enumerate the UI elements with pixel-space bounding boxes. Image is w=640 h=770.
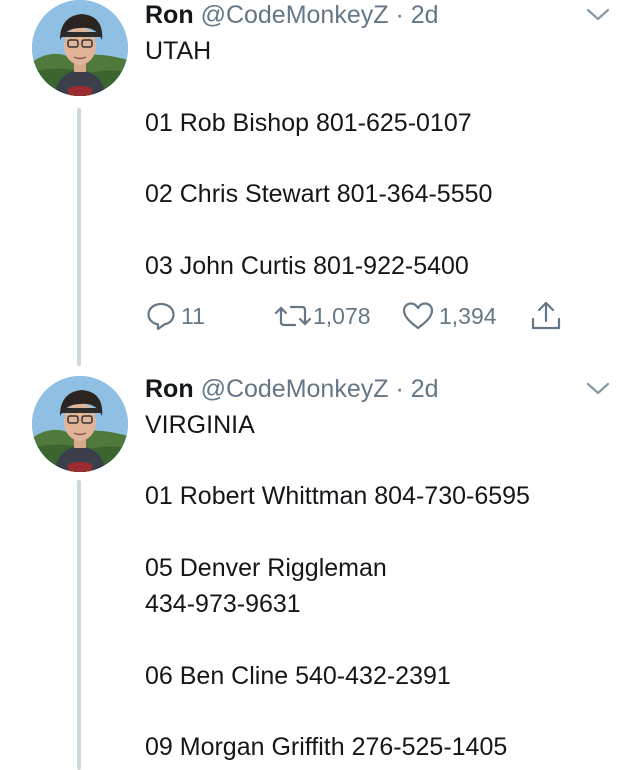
retweet-icon <box>274 305 312 327</box>
avatar-image <box>32 376 128 472</box>
tweet-text-line: 01 Robert Whittman 804-730-6595 <box>145 482 530 510</box>
reply-icon <box>147 302 175 331</box>
author-handle[interactable]: @CodeMonkeyZ <box>201 1 389 29</box>
tweet-text-line: 434-973-9631 <box>145 590 301 618</box>
reply-button[interactable]: 11 <box>145 298 205 334</box>
chevron-down-icon[interactable] <box>584 4 612 24</box>
author-name[interactable]: Ron <box>145 1 194 29</box>
author-name[interactable]: Ron <box>145 375 194 403</box>
tweet-age[interactable]: 2d <box>411 1 439 29</box>
tweet-text-line: 01 Rob Bishop 801-625-0107 <box>145 109 472 137</box>
avatar[interactable] <box>32 376 128 472</box>
tweet-age[interactable]: 2d <box>411 375 439 403</box>
thread-line <box>77 108 81 366</box>
tweet-text-line: 06 Ben Cline 540-432-2391 <box>145 662 451 690</box>
tweet-text-line: VIRGINIA <box>145 411 255 439</box>
heart-icon <box>402 302 434 330</box>
author-handle[interactable]: @CodeMonkeyZ <box>201 375 389 403</box>
retweet-count: 1,078 <box>313 302 371 329</box>
tweet-text-line: 09 Morgan Griffith 276-525-1405 <box>145 733 508 761</box>
tweet[interactable]: Ron @CodeMonkeyZ · 2d VIRGINIA 01 Robert… <box>0 370 640 770</box>
avatar[interactable] <box>32 0 128 96</box>
retweet-button[interactable]: 1,078 <box>273 298 371 334</box>
tweet-text-line: 02 Chris Stewart 801-364-5550 <box>145 180 493 208</box>
avatar-image <box>32 0 128 96</box>
tweet-header: Ron @CodeMonkeyZ · 2d <box>145 374 439 404</box>
separator-dot: · <box>395 375 404 403</box>
thread-line <box>77 480 81 770</box>
tweet[interactable]: Ron @CodeMonkeyZ · 2d UTAH 01 Rob Bishop… <box>0 0 640 370</box>
like-count: 1,394 <box>439 302 497 329</box>
share-button[interactable] <box>529 298 563 334</box>
like-button[interactable]: 1,394 <box>401 298 497 334</box>
reply-count: 11 <box>181 302 205 329</box>
separator-dot: · <box>395 1 404 29</box>
tweet-text-line: 05 Denver Riggleman <box>145 554 387 582</box>
tweet-actions: 11 1,078 1,394 <box>145 298 575 334</box>
chevron-down-icon[interactable] <box>584 378 612 398</box>
tweet-text-line: 03 John Curtis 801-922-5400 <box>145 252 469 280</box>
tweet-header: Ron @CodeMonkeyZ · 2d <box>145 0 439 30</box>
tweet-text-line: UTAH <box>145 37 212 65</box>
share-icon <box>531 301 561 330</box>
